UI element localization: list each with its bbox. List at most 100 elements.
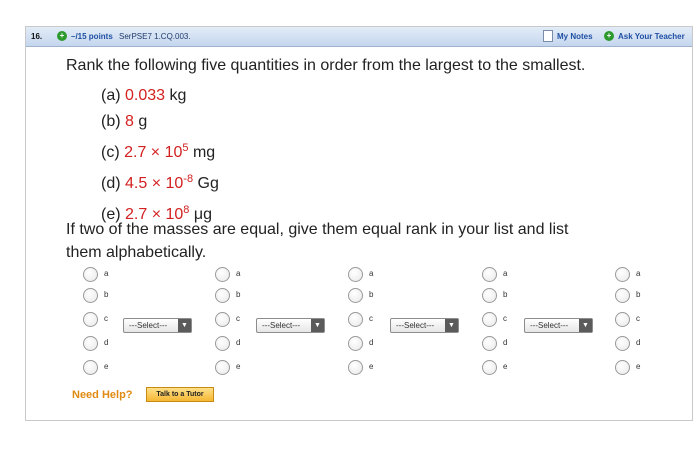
- option-label: e: [636, 362, 641, 371]
- chevron-down-icon[interactable]: ▼: [579, 319, 592, 332]
- radio-button[interactable]: [83, 312, 98, 327]
- quantity-item: (b) 8 g: [101, 113, 148, 130]
- rank-option[interactable]: d: [215, 336, 275, 352]
- quantity-item: (d) 4.5 × 10-8 Gg: [101, 173, 219, 192]
- radio-button[interactable]: [215, 288, 230, 303]
- option-label: e: [503, 362, 508, 371]
- question-number: 16.: [31, 32, 43, 41]
- radio-button[interactable]: [83, 360, 98, 375]
- rank-option[interactable]: b: [348, 288, 408, 304]
- radio-button[interactable]: [215, 336, 230, 351]
- rank-option[interactable]: e: [83, 360, 143, 376]
- chevron-down-icon[interactable]: ▼: [178, 319, 191, 332]
- rank-option[interactable]: d: [348, 336, 408, 352]
- plus-icon: +: [57, 31, 67, 41]
- rank-option[interactable]: a: [348, 267, 408, 283]
- radio-button[interactable]: [482, 267, 497, 282]
- rank-option[interactable]: d: [482, 336, 542, 352]
- select-value: ---Select---: [262, 321, 301, 330]
- my-notes-link[interactable]: My Notes: [557, 32, 593, 41]
- option-label: e: [104, 362, 109, 371]
- rank-option[interactable]: e: [215, 360, 275, 376]
- radio-button[interactable]: [482, 312, 497, 327]
- radio-button[interactable]: [615, 288, 630, 303]
- radio-button[interactable]: [348, 288, 363, 303]
- option-label: a: [236, 269, 241, 278]
- ask-teacher-link[interactable]: Ask Your Teacher: [618, 32, 685, 41]
- option-label: c: [503, 314, 507, 323]
- radio-button[interactable]: [83, 267, 98, 282]
- chevron-down-icon[interactable]: ▼: [445, 319, 458, 332]
- need-help-label: Need Help?: [72, 389, 133, 401]
- option-label: b: [503, 290, 508, 299]
- rank-option[interactable]: b: [215, 288, 275, 304]
- radio-button[interactable]: [482, 288, 497, 303]
- option-label: b: [369, 290, 374, 299]
- notes-icon[interactable]: [543, 30, 553, 42]
- select-value: ---Select---: [129, 321, 168, 330]
- rank-option[interactable]: a: [83, 267, 143, 283]
- rank-option[interactable]: a: [615, 267, 675, 283]
- points-label: –/15 points: [71, 32, 113, 41]
- radio-button[interactable]: [215, 267, 230, 282]
- talk-to-tutor-button[interactable]: Talk to a Tutor: [146, 387, 214, 402]
- option-label: b: [104, 290, 109, 299]
- comparison-select[interactable]: ---Select--- ▼: [123, 318, 192, 333]
- radio-button[interactable]: [482, 360, 497, 375]
- rank-option[interactable]: a: [482, 267, 542, 283]
- chevron-down-icon[interactable]: ▼: [311, 319, 324, 332]
- radio-button[interactable]: [615, 336, 630, 351]
- option-label: d: [369, 338, 374, 347]
- comparison-select[interactable]: ---Select--- ▼: [390, 318, 459, 333]
- rank-option[interactable]: c: [615, 312, 675, 328]
- radio-button[interactable]: [348, 360, 363, 375]
- radio-button[interactable]: [215, 360, 230, 375]
- option-label: e: [369, 362, 374, 371]
- rank-option[interactable]: b: [615, 288, 675, 304]
- rank-option[interactable]: d: [83, 336, 143, 352]
- option-label: c: [236, 314, 240, 323]
- quantity-list: (a) 0.033 kg (b) 8 g (c) 2.7 × 105 mg (d…: [101, 83, 219, 228]
- option-label: b: [636, 290, 641, 299]
- radio-button[interactable]: [615, 267, 630, 282]
- option-label: d: [236, 338, 241, 347]
- radio-button[interactable]: [83, 336, 98, 351]
- radio-button[interactable]: [615, 312, 630, 327]
- rank-option[interactable]: e: [348, 360, 408, 376]
- radio-button[interactable]: [215, 312, 230, 327]
- quantity-item: (c) 2.7 × 105 mg: [101, 142, 216, 161]
- option-label: a: [104, 269, 109, 278]
- option-label: a: [369, 269, 374, 278]
- instruction-line-2: them alphabetically.: [66, 244, 207, 261]
- question-id: SerPSE7 1.CQ.003.: [119, 32, 191, 41]
- radio-button[interactable]: [348, 312, 363, 327]
- question-prompt: Rank the following five quantities in or…: [66, 57, 586, 74]
- rank-option[interactable]: b: [83, 288, 143, 304]
- option-label: e: [236, 362, 241, 371]
- radio-button[interactable]: [83, 288, 98, 303]
- comparison-select[interactable]: ---Select--- ▼: [524, 318, 593, 333]
- option-label: d: [503, 338, 508, 347]
- radio-button[interactable]: [348, 336, 363, 351]
- comparison-select[interactable]: ---Select--- ▼: [256, 318, 325, 333]
- rank-option[interactable]: e: [615, 360, 675, 376]
- radio-button[interactable]: [348, 267, 363, 282]
- option-label: a: [636, 269, 641, 278]
- rank-option[interactable]: e: [482, 360, 542, 376]
- radio-button[interactable]: [482, 336, 497, 351]
- rank-option[interactable]: a: [215, 267, 275, 283]
- question-panel: 16. + –/15 points SerPSE7 1.CQ.003. My N…: [25, 26, 693, 421]
- option-label: c: [104, 314, 108, 323]
- select-value: ---Select---: [396, 321, 435, 330]
- rank-option[interactable]: d: [615, 336, 675, 352]
- question-header: 16. + –/15 points SerPSE7 1.CQ.003. My N…: [26, 27, 692, 47]
- option-label: c: [369, 314, 373, 323]
- plus-icon[interactable]: +: [604, 31, 614, 41]
- select-value: ---Select---: [530, 321, 569, 330]
- instruction-line-1: If two of the masses are equal, give the…: [66, 221, 569, 238]
- radio-button[interactable]: [615, 360, 630, 375]
- option-label: b: [236, 290, 241, 299]
- option-label: d: [104, 338, 109, 347]
- rank-option[interactable]: b: [482, 288, 542, 304]
- quantity-item: (a) 0.033 kg: [101, 87, 187, 104]
